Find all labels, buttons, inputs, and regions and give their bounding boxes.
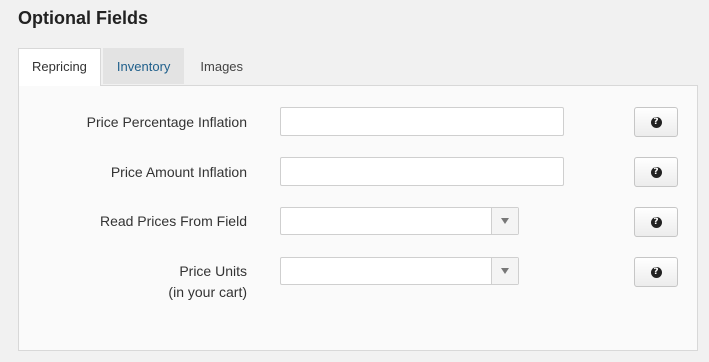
tab-repricing[interactable]: Repricing (18, 48, 101, 86)
chevron-down-icon[interactable] (491, 258, 518, 284)
tab-images[interactable]: Images (186, 48, 257, 84)
read-prices-from-field-label: Read Prices From Field (99, 213, 247, 229)
price-percentage-inflation-help-button[interactable]: ? (634, 107, 678, 137)
price-amount-inflation-label: Price Amount Inflation (110, 164, 247, 180)
price-percentage-inflation-label: Price Percentage Inflation (86, 114, 247, 130)
read-prices-from-field-help-button[interactable]: ? (634, 207, 678, 237)
section-title: Optional Fields (18, 8, 149, 28)
chevron-down-icon[interactable] (491, 208, 518, 234)
question-circle-icon: ? (650, 116, 662, 128)
question-circle-icon: ? (650, 166, 662, 178)
price-units-sublabel: (in your cart) (168, 284, 247, 300)
tab-bar: Repricing Inventory Images (18, 48, 259, 86)
question-circle-icon: ? (650, 266, 662, 278)
price-units-label: Price Units (179, 263, 247, 279)
question-circle-icon: ? (650, 216, 662, 228)
price-units-select[interactable] (280, 257, 519, 285)
price-amount-inflation-input[interactable] (280, 157, 564, 186)
read-prices-from-field-select[interactable] (280, 207, 519, 235)
price-units-help-button[interactable]: ? (634, 257, 678, 287)
price-percentage-inflation-input[interactable] (280, 107, 564, 136)
tab-inventory[interactable]: Inventory (102, 48, 185, 84)
repricing-panel: Price Percentage Inflation ? Price Amoun… (18, 85, 698, 351)
price-amount-inflation-help-button[interactable]: ? (634, 157, 678, 187)
